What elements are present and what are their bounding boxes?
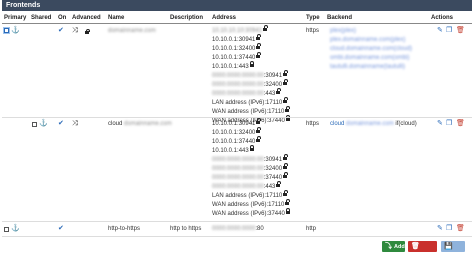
panel-title: Frontends <box>2 0 472 11</box>
delete-button[interactable]: 🗑Delete <box>408 241 437 261</box>
copy-icon[interactable]: ❐ <box>446 120 452 128</box>
frontend-type: http <box>306 226 317 232</box>
frontend-name: cloud domainname.com <box>108 121 172 127</box>
edit-icon[interactable]: ✎ <box>437 120 443 128</box>
lock-icon <box>283 70 288 76</box>
anchor-icon: ⚓ <box>11 225 20 232</box>
backend-link[interactable]: cloud domainname.com if(cloud) <box>330 121 417 128</box>
column-header-description[interactable]: Description <box>170 13 203 23</box>
lock-icon <box>256 118 261 124</box>
address-line: 10.10.0.1:443 <box>212 145 255 155</box>
column-header-actions[interactable]: Actions <box>431 13 453 23</box>
lock-icon <box>283 79 288 85</box>
address-line: 10.10.0.1:32400 <box>212 127 261 137</box>
frontend-type: https <box>306 121 320 127</box>
column-header-type[interactable]: Type <box>306 13 320 23</box>
address-line: 0000:0000:0000:00:32400 <box>212 163 288 173</box>
column-header-advanced[interactable]: Advanced <box>72 13 101 23</box>
address-line: 0000:0000:0000:00:443 <box>212 181 281 191</box>
shuffle-icon: ⤨ <box>72 27 78 34</box>
edit-icon[interactable]: ✎ <box>437 27 443 35</box>
address-line: 0000:0000:0000:00:37440 <box>212 172 288 182</box>
frontend-type: https <box>306 28 320 34</box>
primary-checkbox[interactable] <box>32 122 37 127</box>
lock-icon <box>285 199 290 205</box>
lock-icon <box>256 43 261 49</box>
lock-icon <box>285 115 291 121</box>
row-divider <box>2 221 472 222</box>
backend-link[interactable]: tautulli.domainname(tautulli) <box>330 64 405 71</box>
checkmark-icon: ✔ <box>58 225 64 232</box>
address-line: 0000:0000:0000:00:443 <box>212 88 281 98</box>
checkmark-icon: ✔ <box>58 27 64 34</box>
lock-icon <box>263 25 268 31</box>
address-line: 0000:0000:0000:80 <box>212 226 264 232</box>
header-divider <box>2 23 472 24</box>
column-header-name[interactable]: Name <box>108 13 124 23</box>
add-button[interactable]: ⤵ Add <box>382 241 405 252</box>
delete-icon[interactable]: 🗑 <box>456 27 465 35</box>
save-icon: 💾 <box>444 243 453 250</box>
backend-link[interactable]: plex.domainname.com(plex) <box>330 37 405 44</box>
backend-link[interactable]: cloud.domainname.com(cloud) <box>330 46 412 53</box>
frontend-name: http-to-https <box>108 226 141 232</box>
column-header-address[interactable]: Address <box>212 13 236 23</box>
column-header-on[interactable]: On <box>58 13 66 23</box>
frontends-panel: Frontends Primary Shared On Advanced Nam… <box>0 0 474 261</box>
level-down-icon: ⤵ <box>385 243 392 250</box>
address-line: 10.10.0.1:443 <box>212 61 255 71</box>
lock-icon <box>283 154 288 160</box>
primary-checkbox[interactable] <box>4 28 9 33</box>
save-button[interactable]: 💾Save <box>441 241 465 261</box>
lock-icon <box>256 34 261 40</box>
lock-icon <box>283 97 288 103</box>
anchor-icon: ⚓ <box>11 27 20 34</box>
lock-icon <box>276 88 281 94</box>
frontend-name: domainname.com <box>108 28 156 34</box>
primary-checkbox[interactable] <box>4 227 9 232</box>
trash-icon: 🗑 <box>411 243 420 250</box>
anchor-icon: ⚓ <box>39 120 48 127</box>
column-header-backend[interactable]: Backend <box>327 13 352 23</box>
lock-icon <box>283 163 288 169</box>
copy-icon[interactable]: ❐ <box>446 225 452 233</box>
address-line: LAN address (IPv6):17110 <box>212 97 288 107</box>
backend-link[interactable]: ombi.domainname.com(ombi) <box>330 55 409 62</box>
frontend-description: http to https <box>170 226 202 232</box>
lock-icon <box>285 106 290 112</box>
shuffle-icon: ⤨ <box>72 120 78 127</box>
lock-icon <box>283 172 288 178</box>
column-header-shared[interactable]: Shared <box>31 13 51 23</box>
lock-icon <box>285 208 291 214</box>
row-divider <box>2 117 472 118</box>
address-line: 10.10.0.1:30941 <box>212 34 261 44</box>
copy-icon[interactable]: ❐ <box>446 27 452 35</box>
lock-icon <box>249 61 255 67</box>
edit-icon[interactable]: ✎ <box>437 225 443 233</box>
address-line: 0000:0000:0000:00:32400 <box>212 79 288 89</box>
delete-icon[interactable]: 🗑 <box>456 120 465 128</box>
backend-link[interactable]: plex(plex) <box>330 28 356 35</box>
lock-icon <box>283 190 288 196</box>
address-line: WAN address (IPv6):37440 <box>212 208 291 218</box>
column-header-primary[interactable]: Primary <box>4 13 26 23</box>
lock-icon <box>276 181 281 187</box>
checkmark-icon: ✔ <box>58 120 64 127</box>
delete-icon[interactable]: 🗑 <box>456 225 465 233</box>
lock-icon <box>256 127 261 133</box>
row-divider <box>2 236 472 237</box>
lock-icon <box>85 28 90 34</box>
address-line: 10.10.0.1:32400 <box>212 43 261 53</box>
address-line: WAN address (IPv6):17110 <box>212 106 290 116</box>
address-line: 10.10.0.1:30941 <box>212 118 261 128</box>
address-line: 0000:0000:0000:00:30941 <box>212 154 288 164</box>
address-line: 0000:0000:0000:00:30941 <box>212 70 288 80</box>
lock-icon <box>256 136 261 142</box>
address-line: WAN address (IPv6):17110 <box>212 199 290 209</box>
address-line: LAN address (IPv6):17110 <box>212 190 288 200</box>
lock-icon <box>249 145 255 151</box>
lock-icon <box>256 52 261 58</box>
